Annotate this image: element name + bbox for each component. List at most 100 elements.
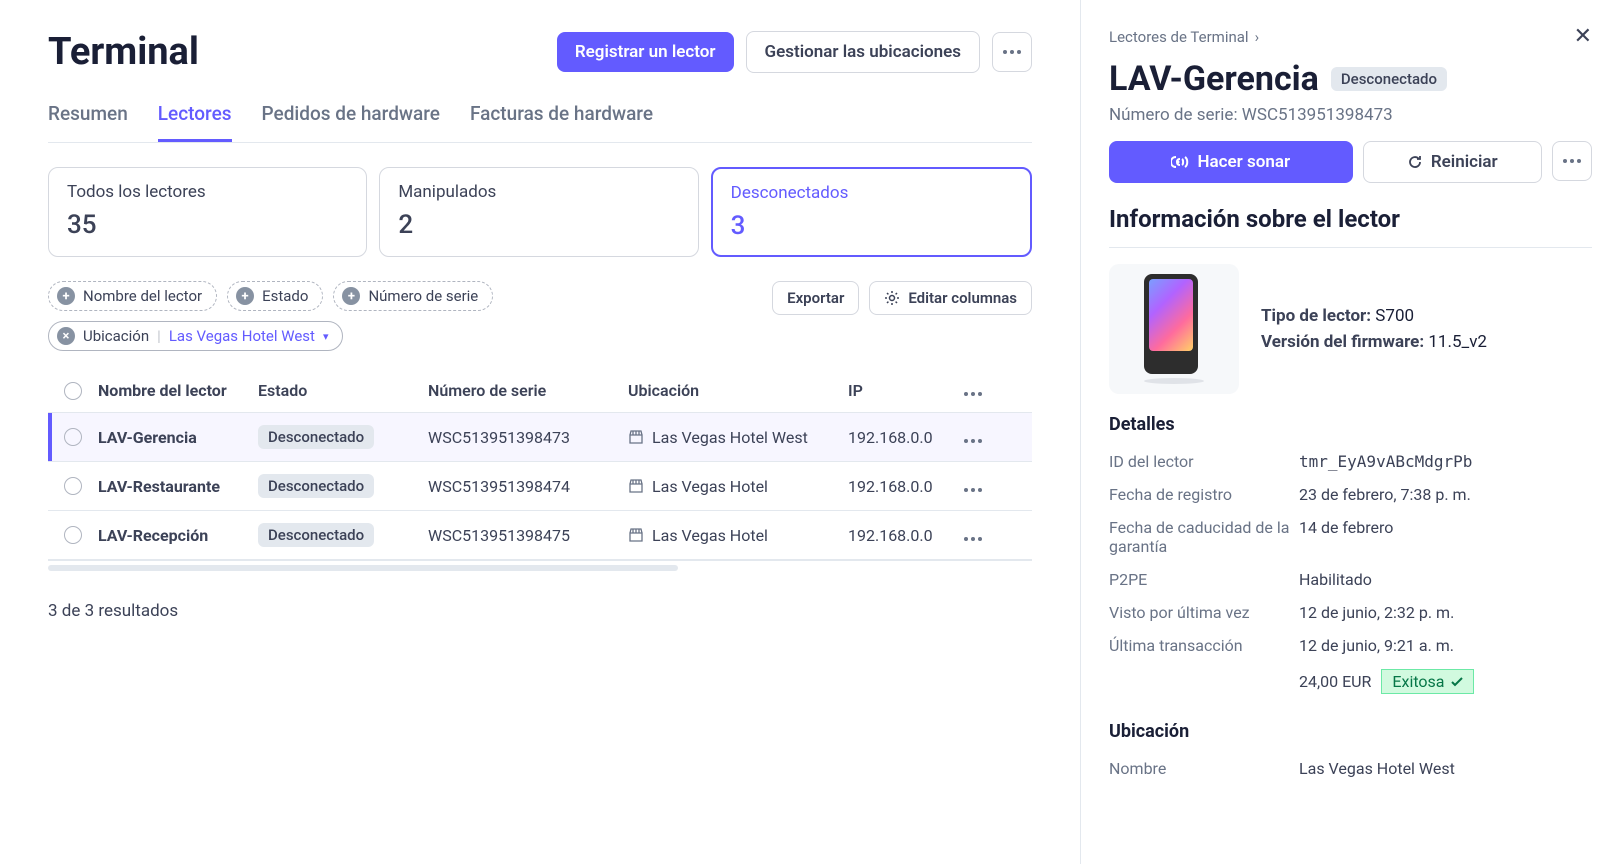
tab-facturas-hardware[interactable]: Facturas de hardware xyxy=(470,102,653,142)
kv-value: 12 de junio, 2:32 p. m. xyxy=(1299,603,1454,622)
kv-key: Visto por última vez xyxy=(1109,603,1299,622)
filter-chip-status[interactable]: + Estado xyxy=(227,281,323,311)
col-header-status[interactable]: Estado xyxy=(258,381,428,400)
cell-name: LAV-Recepción xyxy=(98,526,258,545)
kv-value: tmr_EyA9vABcMdgrPb xyxy=(1299,452,1472,471)
col-header-serial[interactable]: Número de serie xyxy=(428,381,628,400)
select-all-checkbox[interactable] xyxy=(64,382,82,400)
stat-label: Manipulados xyxy=(398,182,679,202)
cell-ip: 192.168.0.0 xyxy=(848,428,948,447)
edit-columns-button[interactable]: Editar columnas xyxy=(869,281,1032,315)
stat-card-all-readers[interactable]: Todos los lectores 35 xyxy=(48,167,367,257)
tx-amount: 24,00 EUR xyxy=(1299,672,1371,691)
chevron-down-icon: ▾ xyxy=(323,330,329,343)
row-more-button[interactable] xyxy=(948,526,998,545)
restart-label: Reiniciar xyxy=(1431,152,1498,172)
row-more-button[interactable] xyxy=(948,428,998,447)
row-checkbox[interactable] xyxy=(64,477,82,495)
chip-value: Las Vegas Hotel West xyxy=(169,327,315,345)
type-label: Tipo de lector: xyxy=(1261,306,1371,326)
row-checkbox[interactable] xyxy=(64,526,82,544)
ring-button[interactable]: Hacer sonar xyxy=(1109,141,1353,183)
dots-horizontal-icon xyxy=(964,439,982,443)
status-badge: Desconectado xyxy=(258,523,374,547)
row-more-button[interactable] xyxy=(948,477,998,496)
filter-chip-reader-name[interactable]: + Nombre del lector xyxy=(48,281,217,311)
table-row[interactable]: LAV-Restaurante Desconectado WSC51395139… xyxy=(48,462,1032,511)
refresh-icon xyxy=(1407,154,1423,170)
divider xyxy=(1109,247,1592,248)
register-reader-button[interactable]: Registrar un lector xyxy=(557,32,734,72)
stat-value: 35 xyxy=(67,210,348,240)
ring-label: Hacer sonar xyxy=(1197,152,1290,172)
fw-value: 11.5_v2 xyxy=(1428,332,1487,352)
col-header-more[interactable] xyxy=(948,381,998,400)
serial-value: WSC513951398473 xyxy=(1242,105,1393,125)
info-heading: Información sobre el lector xyxy=(1109,205,1592,233)
stat-value: 2 xyxy=(398,210,679,240)
kv-key: P2PE xyxy=(1109,570,1299,589)
more-actions-button[interactable] xyxy=(992,32,1032,72)
plus-circle-icon: + xyxy=(236,287,254,305)
stat-value: 3 xyxy=(731,211,1012,241)
table-row[interactable]: LAV-Gerencia Desconectado WSC51395139847… xyxy=(48,413,1032,462)
breadcrumb[interactable]: Lectores de Terminal xyxy=(1109,28,1249,46)
status-badge: Desconectado xyxy=(1331,67,1447,91)
details-heading: Detalles xyxy=(1109,414,1592,435)
cell-ip: 192.168.0.0 xyxy=(848,526,948,545)
dots-horizontal-icon xyxy=(1563,159,1581,163)
fw-label: Versión del firmware: xyxy=(1261,332,1424,352)
stat-card-disconnected[interactable]: Desconectados 3 xyxy=(711,167,1032,257)
restart-button[interactable]: Reiniciar xyxy=(1363,141,1542,183)
stat-card-tampered[interactable]: Manipulados 2 xyxy=(379,167,698,257)
more-actions-button[interactable] xyxy=(1552,141,1592,181)
tab-lectores[interactable]: Lectores xyxy=(158,102,232,142)
results-count: 3 de 3 resultados xyxy=(48,601,1032,621)
manage-locations-button[interactable]: Gestionar las ubicaciones xyxy=(746,31,980,73)
horizontal-scrollbar[interactable] xyxy=(48,565,678,571)
row-checkbox[interactable] xyxy=(64,428,82,446)
kv-key: Fecha de caducidad de la garantía xyxy=(1109,518,1299,556)
location-heading: Ubicación xyxy=(1109,721,1592,742)
col-header-location[interactable]: Ubicación xyxy=(628,381,848,400)
kv-value: Las Vegas Hotel West xyxy=(1299,759,1455,778)
cell-location: Las Vegas Hotel xyxy=(652,477,768,496)
chip-divider: | xyxy=(157,327,161,345)
chip-label: Nombre del lector xyxy=(83,287,202,305)
kv-key: Nombre xyxy=(1109,759,1299,778)
export-button[interactable]: Exportar xyxy=(772,281,859,315)
close-icon[interactable]: ✕ xyxy=(1574,24,1592,49)
dots-horizontal-icon xyxy=(964,392,982,396)
col-header-name[interactable]: Nombre del lector xyxy=(98,381,258,400)
kv-key: Última transacción xyxy=(1109,636,1299,655)
kv-value: 23 de febrero, 7:38 p. m. xyxy=(1299,485,1471,504)
filter-chip-location[interactable]: × Ubicación | Las Vegas Hotel West ▾ xyxy=(48,321,343,351)
store-icon xyxy=(628,527,644,543)
cell-location: Las Vegas Hotel xyxy=(652,526,768,545)
chip-label: Número de serie xyxy=(368,287,478,305)
sound-icon xyxy=(1171,155,1189,169)
filter-chip-serial[interactable]: + Número de serie xyxy=(333,281,493,311)
dots-horizontal-icon xyxy=(1003,50,1021,54)
chip-label: Ubicación xyxy=(83,327,149,345)
table-row[interactable]: LAV-Recepción Desconectado WSC5139513984… xyxy=(48,511,1032,560)
tab-resumen[interactable]: Resumen xyxy=(48,102,128,142)
tx-status-badge: Exitosa xyxy=(1381,669,1473,694)
store-icon xyxy=(628,478,644,494)
detail-panel: Lectores de Terminal › ✕ LAV-Gerencia De… xyxy=(1080,0,1620,864)
kv-value: 14 de febrero xyxy=(1299,518,1393,556)
store-icon xyxy=(628,429,644,445)
tab-pedidos-hardware[interactable]: Pedidos de hardware xyxy=(262,102,440,142)
chip-label: Estado xyxy=(262,287,308,305)
col-header-ip[interactable]: IP xyxy=(848,381,948,400)
edit-columns-label: Editar columnas xyxy=(908,289,1017,307)
cell-name: LAV-Gerencia xyxy=(98,428,258,447)
readers-table: Nombre del lector Estado Número de serie… xyxy=(48,369,1032,561)
plus-circle-icon: + xyxy=(342,287,360,305)
gear-icon xyxy=(884,290,900,306)
plus-circle-icon: + xyxy=(57,287,75,305)
check-icon xyxy=(1451,677,1463,687)
status-badge: Desconectado xyxy=(258,425,374,449)
page-title: Terminal xyxy=(48,30,199,74)
kv-value: Habilitado xyxy=(1299,570,1372,589)
